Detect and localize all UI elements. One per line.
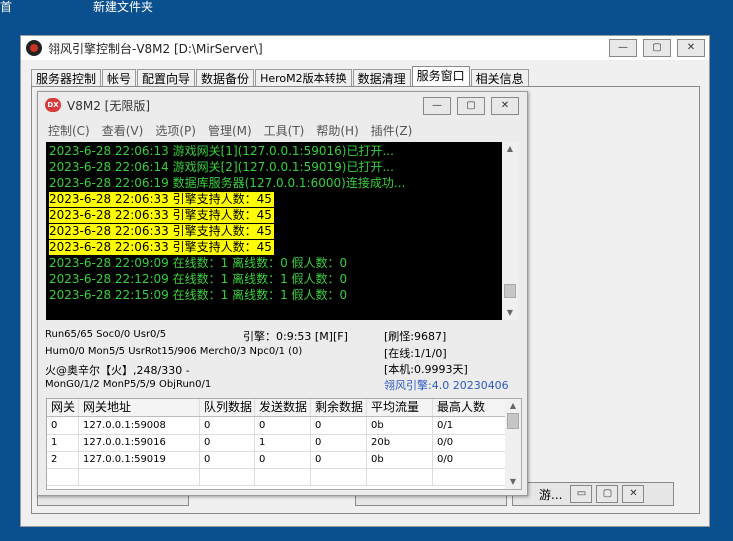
log-line: 2023-6-28 22:12:09 在线数：1 离线数：1 假人数：0 <box>49 272 348 286</box>
table-cell <box>47 468 79 485</box>
table-cell: 0/0 <box>437 454 454 465</box>
table-cell: 0 <box>311 434 367 451</box>
app-logo-icon <box>26 40 42 56</box>
status-map: 火@奥辛尔【火】,248/330 - <box>45 364 190 377</box>
scroll-up-icon[interactable]: ▲ <box>502 142 518 156</box>
close-button[interactable]: ✕ <box>677 39 705 57</box>
menu-plugins[interactable]: 插件(Z) <box>371 122 413 139</box>
table-cell: 1 <box>255 434 311 451</box>
scroll-thumb[interactable] <box>507 413 519 429</box>
v8m2-close-button[interactable]: ✕ <box>491 97 519 115</box>
v8m2-minimize-button[interactable]: — <box>423 97 451 115</box>
status-run: Run65/65 Soc0/0 Usr0/5 <box>45 329 167 340</box>
table-cell: 2 <box>47 451 79 468</box>
engine-version: 翎风引擎:4.0 20230406 <box>384 379 509 392</box>
console-title-bar[interactable]: 翎风引擎控制台-V8M2 [D:\MirServer\] — ▢ ✕ <box>21 36 709 60</box>
table-cell: 0 <box>200 417 255 434</box>
log-line: 2023-6-28 22:06:19 数据库服务器(127.0.0.1:6000… <box>49 176 406 190</box>
bg-close-button[interactable]: ✕ <box>622 485 645 503</box>
dx-badge-icon: DX <box>45 98 61 112</box>
v8m2-window: DX V8M2 [无限版] — ▢ ✕ 控制(C) 查看(V) 选项(P) 管理… <box>37 91 528 496</box>
v8m2-title: V8M2 [无限版] <box>67 98 151 113</box>
column-header[interactable]: 队列数据 <box>200 399 255 416</box>
scroll-thumb[interactable] <box>504 284 516 298</box>
menu-manage[interactable]: 管理(M) <box>208 122 252 139</box>
table-header: 网关 网关地址 队列数据 发送数据 剩余数据 平均流量 最高人数 <box>47 399 505 417</box>
table-row[interactable]: 2 127.0.0.1:59019 0 0 0 0b 0/0 <box>47 451 505 469</box>
table-cell: 0 <box>311 451 367 468</box>
table-cell: 0 <box>200 434 255 451</box>
column-header[interactable]: 平均流量 <box>367 399 433 416</box>
log-line: 2023-6-28 22:06:33 引擎支持人数：45 <box>49 240 274 255</box>
menu-control[interactable]: 控制(C) <box>48 122 90 139</box>
table-cell: 0b <box>367 451 433 468</box>
status-hum: Hum0/0 Mon5/5 UsrRot15/906 Merch0/3 Npc0… <box>45 346 303 357</box>
column-header[interactable]: 发送数据 <box>255 399 311 416</box>
table-cell: 0 <box>200 451 255 468</box>
log-scrollbar[interactable]: ▲ ▼ <box>502 142 518 320</box>
status-refresh: [刷怪:9687] <box>384 330 447 343</box>
scroll-down-icon[interactable]: ▼ <box>505 475 521 489</box>
table-cell: 127.0.0.1:59016 <box>79 434 200 451</box>
table-cell <box>79 468 200 485</box>
v8m2-maximize-button[interactable]: ▢ <box>457 97 485 115</box>
table-cell: 0/0 <box>437 437 454 448</box>
status-mongo: MonG0/1/2 MonP5/5/9 ObjRun0/1 <box>45 379 212 390</box>
column-header[interactable]: 网关地址 <box>79 399 200 416</box>
log-line: 2023-6-28 22:06:14 游戏网关[2](127.0.0.1:590… <box>49 160 394 174</box>
maximize-button[interactable]: ▢ <box>643 39 671 57</box>
v8m2-menubar: 控制(C) 查看(V) 选项(P) 管理(M) 工具(T) 帮助(H) 插件(Z… <box>48 122 412 139</box>
menu-view[interactable]: 查看(V) <box>102 122 144 139</box>
status-engine-uptime: 引擎：0:9:53 [M][F] <box>243 330 348 343</box>
log-line: 2023-6-28 22:06:33 引擎支持人数：45 <box>49 208 274 223</box>
table-row-empty[interactable] <box>47 468 505 486</box>
bg-maximize-button[interactable]: ▢ <box>596 485 619 503</box>
log-line: 2023-6-28 22:06:33 引擎支持人数：45 <box>49 192 274 207</box>
desktop-icon-label[interactable]: 首 <box>0 0 12 15</box>
table-cell <box>200 468 255 485</box>
scroll-up-icon[interactable]: ▲ <box>505 399 521 413</box>
table-cell: 20b <box>367 434 433 451</box>
table-cell: 0 <box>255 417 311 434</box>
menu-tools[interactable]: 工具(T) <box>264 122 305 139</box>
scroll-down-icon[interactable]: ▼ <box>502 306 518 320</box>
log-line: 2023-6-28 22:06:33 引擎支持人数：45 <box>49 224 274 239</box>
table-cell: 0 <box>311 417 367 434</box>
table-cell <box>255 468 311 485</box>
log-line: 2023-6-28 22:15:09 在线数：1 离线数：1 假人数：0 <box>49 288 348 302</box>
table-cell: 0b <box>367 417 433 434</box>
table-cell <box>367 468 433 485</box>
table-cell: 1 <box>47 434 79 451</box>
table-cell <box>311 468 367 485</box>
log-console[interactable]: 2023-6-28 22:06:13 游戏网关[1](127.0.0.1:590… <box>46 142 518 320</box>
table-cell <box>433 468 505 485</box>
table-row[interactable]: 0 127.0.0.1:59008 0 0 0 0b 0/1 <box>47 417 505 435</box>
log-line: 2023-6-28 22:06:13 游戏网关[1](127.0.0.1:590… <box>49 144 394 158</box>
table-scrollbar[interactable]: ▲ ▼ <box>505 399 521 489</box>
log-line: 2023-6-28 22:09:09 在线数：1 离线数：0 假人数：0 <box>49 256 348 270</box>
desktop-folder-label[interactable]: 新建文件夹 <box>93 0 153 15</box>
table-cell: 0 <box>47 417 79 434</box>
column-header[interactable]: 剩余数据 <box>311 399 367 416</box>
status-online: [在线:1/1/0] <box>384 347 447 360</box>
table-cell: 127.0.0.1:59019 <box>79 451 200 468</box>
column-header[interactable]: 网关 <box>47 399 79 416</box>
gateway-table[interactable]: 网关 网关地址 队列数据 发送数据 剩余数据 平均流量 最高人数 0 127.0… <box>46 398 522 490</box>
status-local: [本机:0.9993天] <box>384 363 468 376</box>
background-window-button[interactable]: 游... ▭ ▢ ✕ <box>512 482 674 506</box>
table-row[interactable]: 1 127.0.0.1:59016 0 1 0 20b 0/0 <box>47 434 505 452</box>
bg-minimize-button[interactable]: ▭ <box>570 485 593 503</box>
minimize-button[interactable]: — <box>609 39 637 57</box>
menu-help[interactable]: 帮助(H) <box>316 122 358 139</box>
column-header[interactable]: 最高人数 <box>433 399 505 416</box>
tab-service-window[interactable]: 服务窗口 <box>411 66 470 88</box>
background-window-label: 游... <box>539 487 563 502</box>
menu-options[interactable]: 选项(P) <box>155 122 196 139</box>
console-title: 翎风引擎控制台-V8M2 [D:\MirServer\] <box>48 41 263 56</box>
v8m2-title-bar[interactable]: DX V8M2 [无限版] — ▢ ✕ <box>38 92 527 118</box>
table-cell: 127.0.0.1:59008 <box>79 417 200 434</box>
table-cell: 0/1 <box>437 420 454 431</box>
main-tabs: 服务器控制 帐号 配置向导 数据备份 HeroM2版本转换 数据清理 服务窗口 … <box>31 66 530 88</box>
table-cell: 0 <box>255 451 311 468</box>
